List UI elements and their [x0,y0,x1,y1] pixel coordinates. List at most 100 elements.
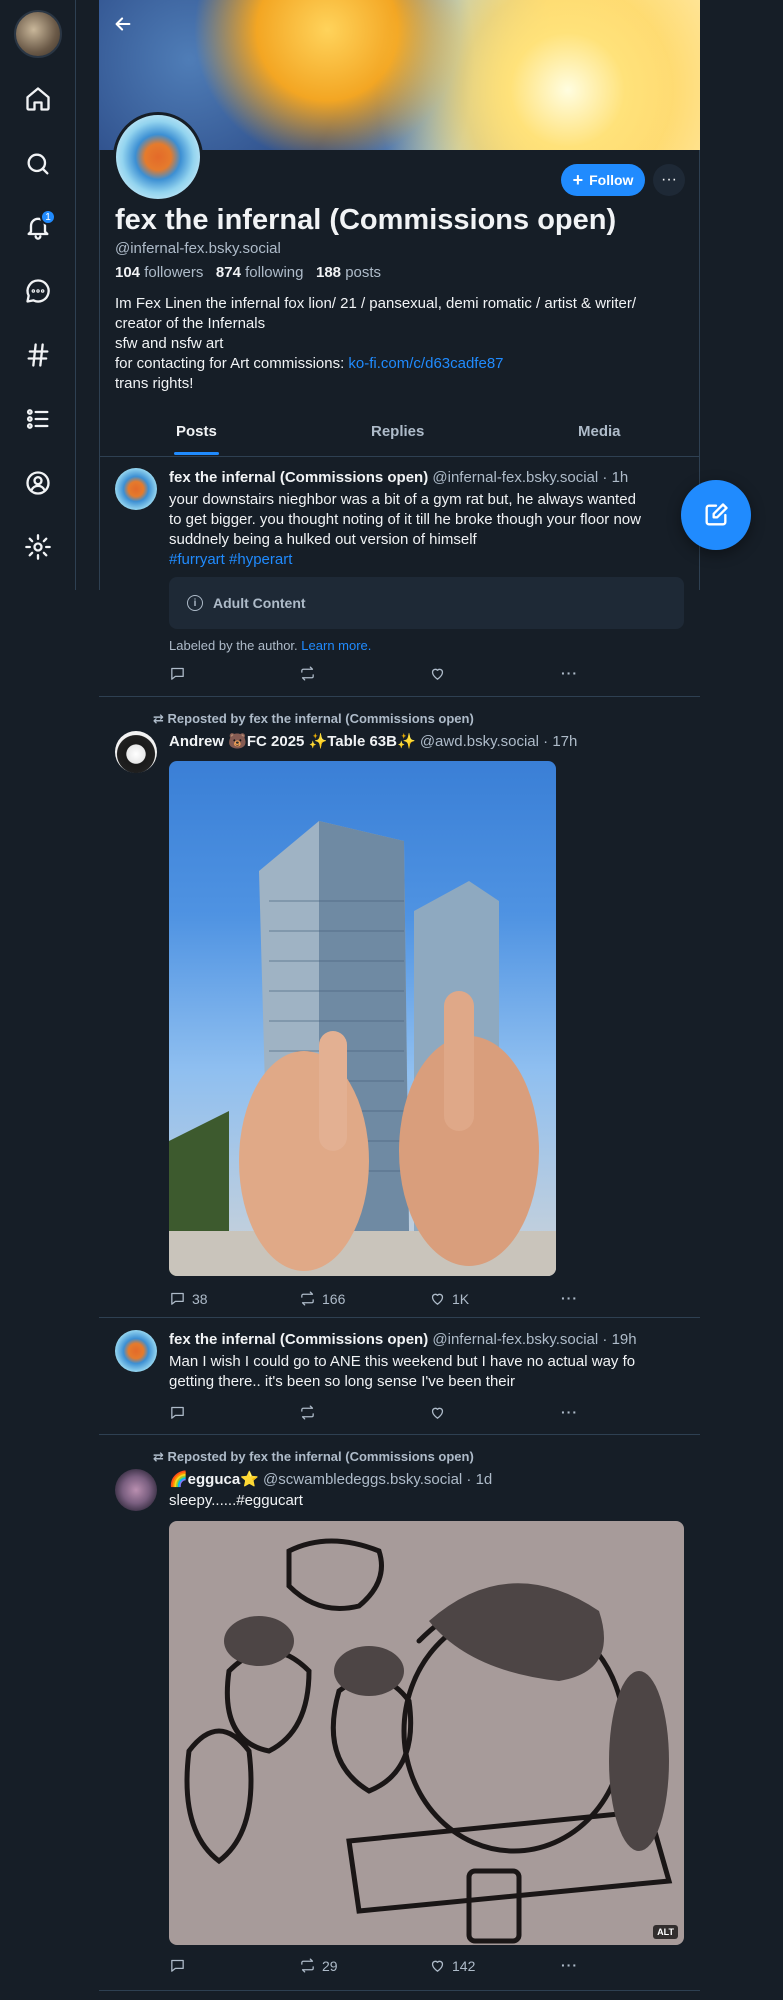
post-avatar[interactable] [115,731,157,773]
repost-button[interactable] [299,1404,316,1421]
post-time: · 1h [602,469,629,486]
repost-icon [301,666,314,681]
my-avatar[interactable] [14,10,62,58]
profile-icon[interactable] [22,467,54,499]
learn-more-link[interactable]: Learn more. [301,638,371,653]
post-handle[interactable]: @infernal-fex.bsky.social [432,1331,598,1348]
repost-icon [301,1958,314,1973]
chat-icon[interactable] [22,275,54,307]
reply-icon [171,1292,184,1305]
feed-post[interactable]: fex the infernal (Commissions open) @inf… [99,458,700,697]
post-handle[interactable]: @awd.bsky.social [420,733,539,750]
post-avatar[interactable] [115,1469,157,1511]
post-more-button[interactable]: ··· [561,1957,578,1973]
arrow-left-icon [115,17,131,31]
more-options-button[interactable]: ··· [653,164,685,196]
post-author[interactable]: fex the infernal (Commissions open) [169,469,428,486]
heart-icon [431,1960,444,1972]
post-image[interactable] [169,761,556,1276]
repost-icon [301,1291,314,1306]
repost-indicator[interactable]: ⇄ Reposted by fex the infernal (Commissi… [153,1449,474,1465]
like-button[interactable] [429,1404,446,1421]
post-time: · 1d [466,1471,493,1488]
feed-post[interactable]: ⇄ Reposted by fex the infernal (Commissi… [99,1435,700,1991]
post-more-button[interactable]: ··· [561,1290,578,1306]
post-actions: 38 166 1K ··· [169,1290,589,1310]
ellipsis-icon: ··· [561,665,578,681]
post-text: Man I wish I could go to ANE this weeken… [169,1353,636,1390]
repost-button[interactable] [299,665,316,682]
feed-post[interactable]: ⇄ Reposted by fex the infernal (Commissi… [99,697,700,1318]
post-image[interactable]: ALT [169,1521,684,1945]
posts-count: 188 posts [316,264,382,281]
post-more-button[interactable]: ··· [561,1404,578,1420]
feed-post[interactable]: fex the infernal (Commissions open) @inf… [99,1318,700,1435]
tab-replies[interactable]: Replies [371,423,424,440]
post-actions: ··· [169,1404,589,1424]
repost-icon: ⇄ [153,1449,164,1464]
post-hashtags[interactable]: #furryart #hyperart [169,550,685,570]
post-header: fex the infernal (Commissions open) @inf… [169,469,628,486]
heart-icon [431,668,444,680]
lists-icon[interactable] [22,403,54,435]
compose-button[interactable] [681,480,751,550]
post-avatar[interactable] [115,1330,157,1372]
repost-icon [301,1405,314,1420]
heart-icon [431,1293,444,1305]
alt-badge[interactable]: ALT [653,1925,678,1939]
post-header: 🌈egguca⭐ @scwambledeggs.bsky.social · 1d [169,1470,492,1488]
reply-button[interactable] [169,665,186,682]
reply-icon [171,1959,184,1972]
tab-media[interactable]: Media [578,423,621,440]
post-avatar[interactable] [115,468,157,510]
heart-icon [431,1407,444,1419]
like-button[interactable]: 142 [429,1957,475,1974]
post-time: · 17h [543,733,578,750]
info-icon: i [187,595,203,611]
compose-icon [705,503,728,526]
following-link[interactable]: 874 following [216,264,304,281]
like-count: 142 [452,1957,476,1974]
repost-indicator[interactable]: ⇄ Reposted by fex the infernal (Commissi… [153,711,474,727]
profile-stats: 104 followers 874 following 188 posts [115,264,381,281]
follow-label: Follow [589,172,634,188]
post-time: · 19h [602,1331,637,1348]
profile-display-name: fex the infernal (Commissions open) [115,204,617,236]
hashtag-icon[interactable] [22,339,54,371]
search-icon[interactable] [22,148,54,180]
repost-count: 29 [322,1957,338,1974]
post-handle[interactable]: @scwambledeggs.bsky.social [263,1471,462,1488]
bell-icon[interactable]: 1 [22,209,56,243]
back-button[interactable] [107,8,139,40]
like-count: 1K [452,1290,470,1307]
reply-button[interactable]: 38 [169,1290,208,1307]
reply-button[interactable] [169,1404,186,1421]
post-more-button[interactable]: ··· [561,665,578,681]
post-author[interactable]: Andrew 🐻FC 2025 ✨Table 63B✨ [169,733,416,750]
ellipsis-icon: ··· [661,171,677,188]
profile-avatar[interactable] [113,112,203,202]
gear-icon[interactable] [22,531,54,563]
adult-content-warning[interactable]: i Adult Content [169,577,684,629]
post-text: your downstairs nieghbor was a bit of a … [169,490,685,570]
repost-button[interactable]: 166 [299,1290,345,1307]
post-author[interactable]: fex the infernal (Commissions open) [169,1331,428,1348]
post-header: fex the infernal (Commissions open) @inf… [169,1331,637,1348]
illustration [184,1538,673,1944]
kofi-link[interactable]: ko-fi.com/c/d63cadfe87 [348,355,503,372]
repost-button[interactable]: 29 [299,1957,338,1974]
like-button[interactable]: 1K [429,1290,469,1307]
reply-icon [171,667,184,680]
post-header: Andrew 🐻FC 2025 ✨Table 63B✨ @awd.bsky.so… [169,732,577,750]
tab-posts[interactable]: Posts [176,423,217,440]
home-icon[interactable] [22,83,54,115]
notification-badge: 1 [40,209,56,225]
reply-button[interactable] [169,1957,186,1974]
post-handle[interactable]: @infernal-fex.bsky.social [432,469,598,486]
follow-button[interactable]: + Follow [561,164,645,196]
like-button[interactable] [429,665,446,682]
followers-link[interactable]: 104 followers [115,264,203,281]
plus-icon: + [572,170,584,190]
post-author[interactable]: 🌈egguca⭐ [169,1471,259,1488]
ellipsis-icon: ··· [561,1957,578,1973]
